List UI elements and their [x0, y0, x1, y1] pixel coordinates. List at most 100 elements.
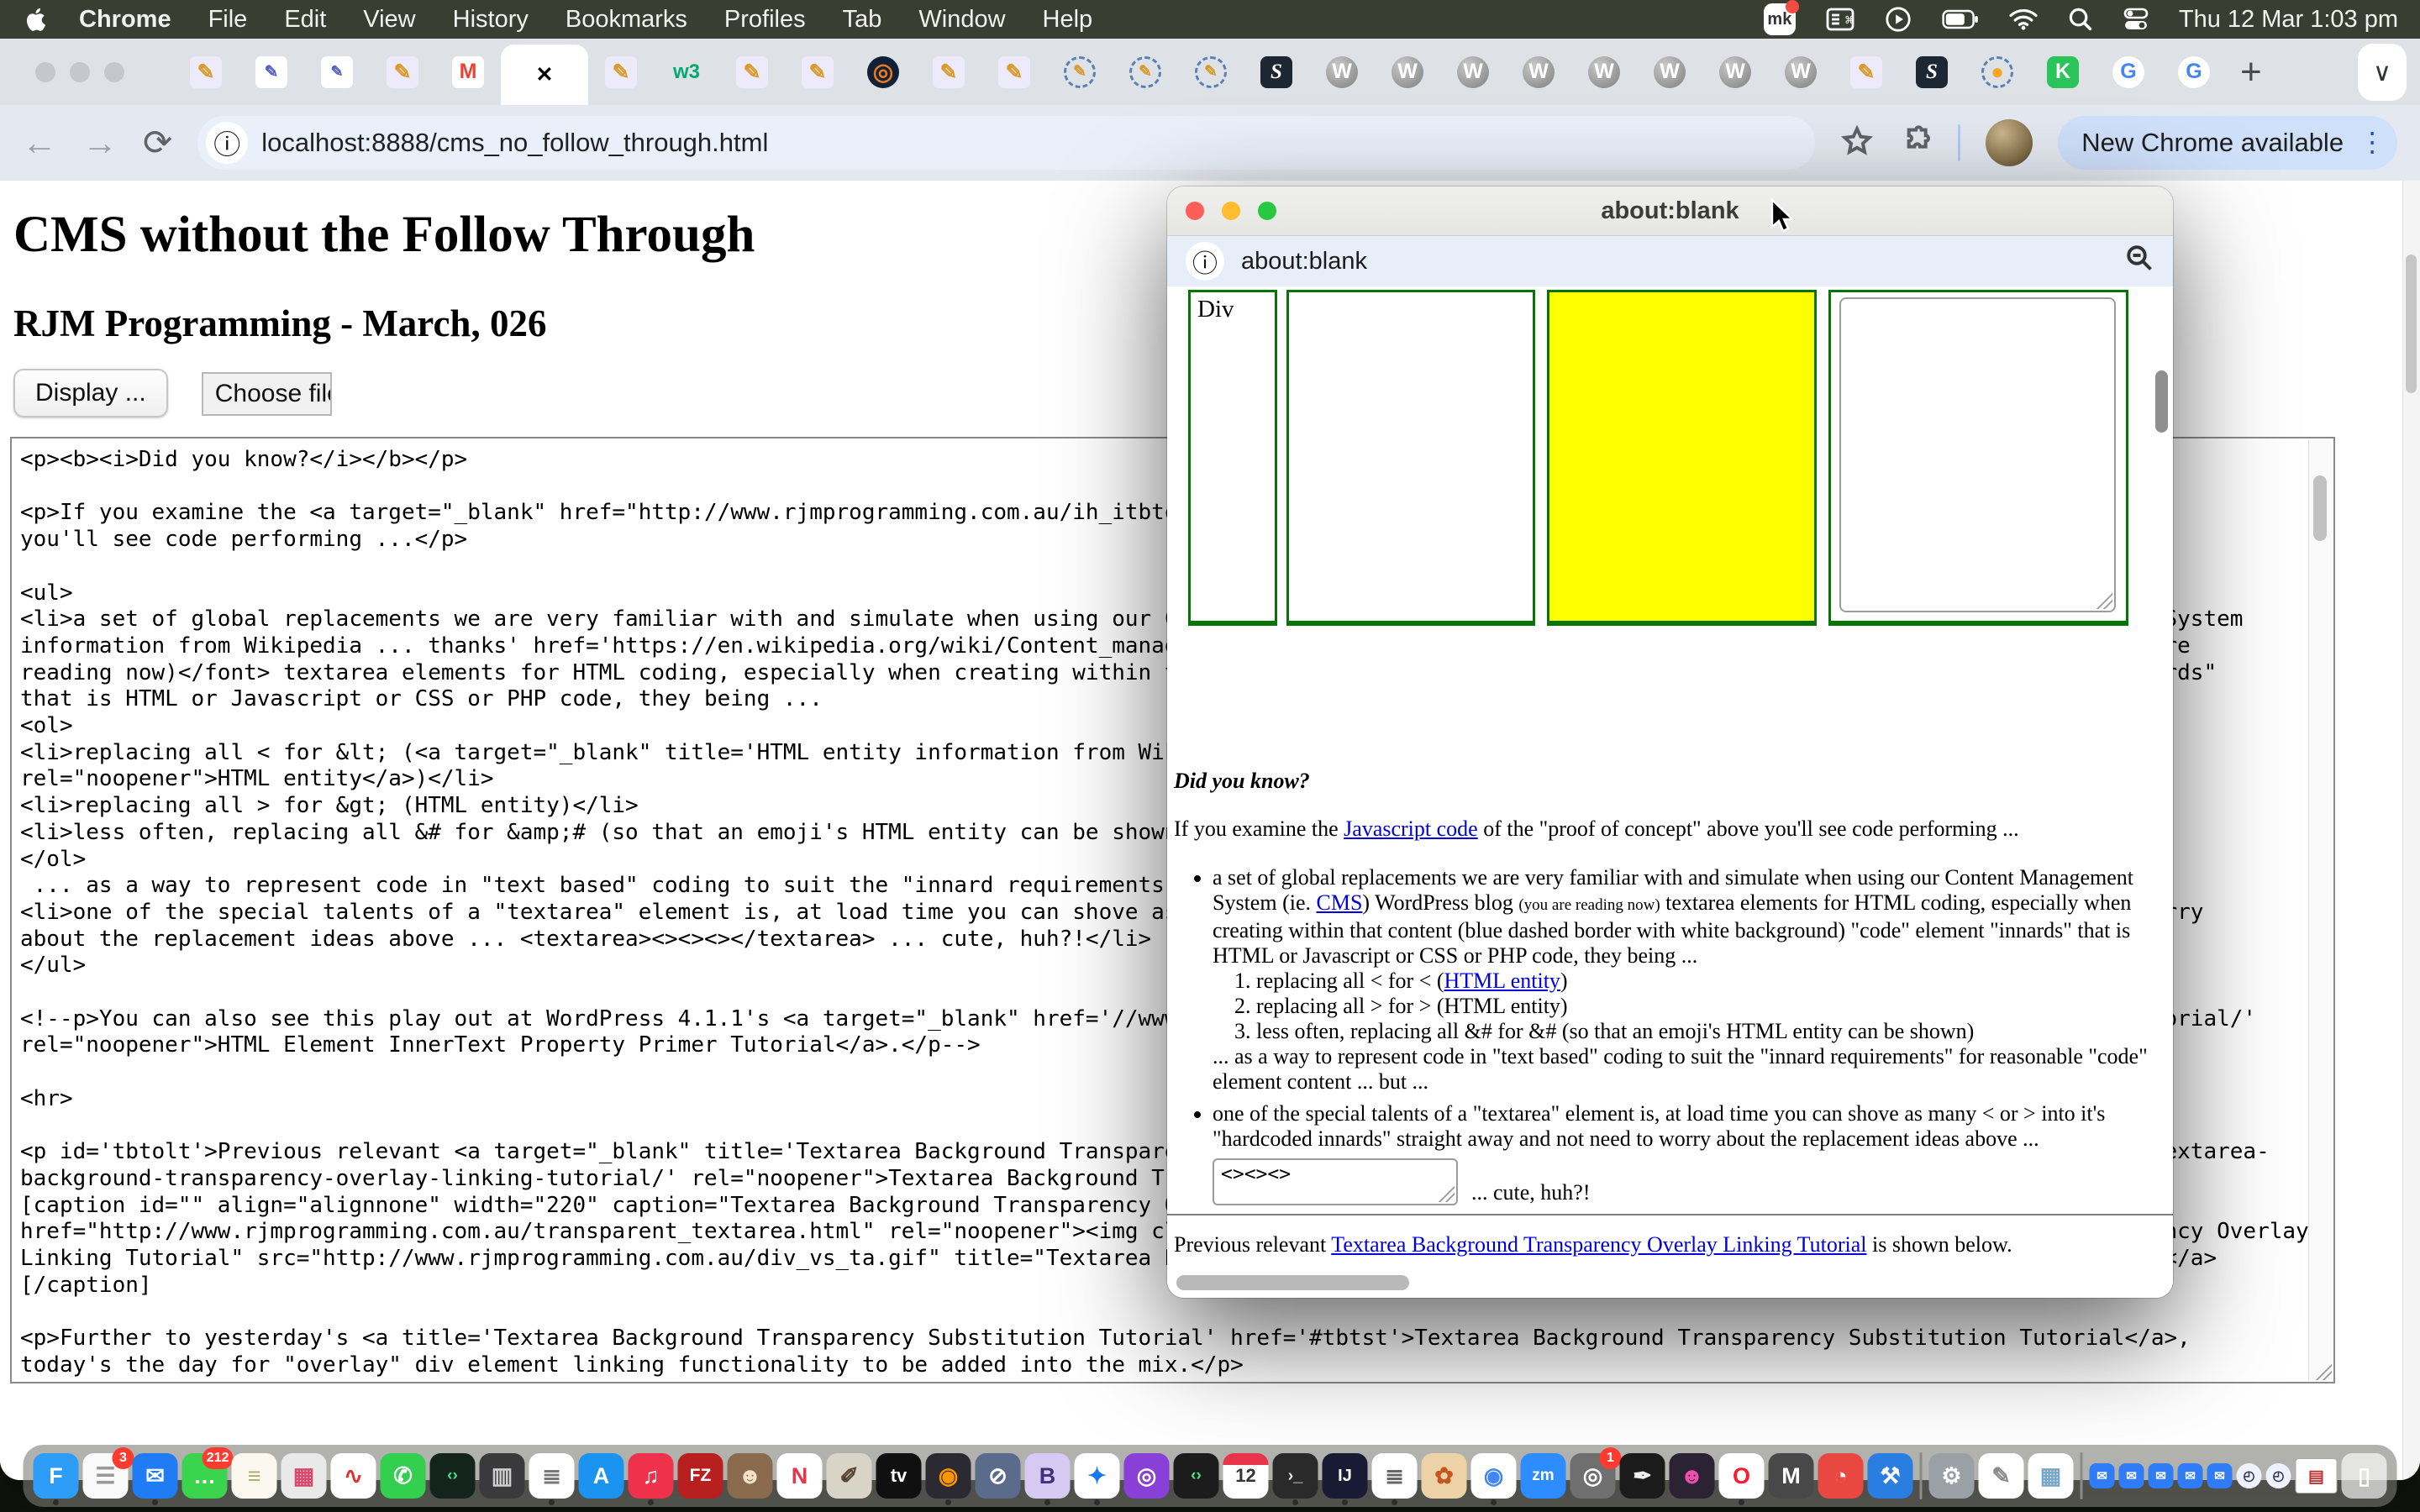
- dock-item[interactable]: zm: [1521, 1453, 1566, 1499]
- dock-item[interactable]: ≣: [529, 1453, 575, 1499]
- dock-app-icon[interactable]: ✒: [1620, 1453, 1665, 1499]
- dock-app-icon[interactable]: ✎: [1979, 1453, 2024, 1499]
- dock-item[interactable]: A: [579, 1453, 624, 1499]
- popup-demo-textarea[interactable]: [1839, 297, 2116, 612]
- profile-avatar[interactable]: [1986, 119, 2033, 166]
- dock-item[interactable]: ›_: [1273, 1453, 1318, 1499]
- dock-app-icon[interactable]: ✉: [2090, 1463, 2115, 1488]
- dock-item[interactable]: ◎ 1: [1570, 1453, 1616, 1499]
- dock-item[interactable]: N: [777, 1453, 823, 1499]
- dock-item[interactable]: ◎: [1124, 1453, 1170, 1499]
- popup-title-bar[interactable]: about:blank: [1167, 186, 2173, 236]
- browser-tab[interactable]: W: [1768, 39, 1833, 105]
- browser-tab[interactable]: ✎: [304, 39, 370, 105]
- browser-tab[interactable]: ✎: [785, 39, 850, 105]
- menu-item[interactable]: View: [345, 6, 434, 34]
- popup-zoom-search-icon[interactable]: [2124, 243, 2154, 280]
- cms-link[interactable]: CMS: [1317, 890, 1363, 915]
- wifi-icon[interactable]: [2009, 8, 2038, 30]
- browser-tab[interactable]: ✎: [173, 39, 239, 105]
- dock-item[interactable]: B: [1025, 1453, 1071, 1499]
- dock-item[interactable]: tv: [876, 1453, 922, 1499]
- dock-app-icon[interactable]: ≣: [1372, 1453, 1418, 1499]
- dock-item[interactable]: … 212: [182, 1453, 228, 1499]
- dock-item[interactable]: ⚒: [1868, 1453, 1913, 1499]
- textarea-scroll-thumb[interactable]: [2313, 475, 2327, 541]
- browser-tab[interactable]: ✎: [719, 39, 785, 105]
- dock-app-icon[interactable]: ☻: [1670, 1453, 1715, 1499]
- popup-vertical-scroll-thumb[interactable]: [2155, 370, 2168, 433]
- dock-app-icon[interactable]: ≣: [529, 1453, 575, 1499]
- dock-app-icon[interactable]: ✉: [2149, 1463, 2174, 1488]
- kebab-menu-icon[interactable]: ⋮: [2359, 135, 2386, 150]
- dock-item[interactable]: M: [1769, 1453, 1814, 1499]
- dock-item[interactable]: ▥: [480, 1453, 525, 1499]
- display-button[interactable]: Display ...: [13, 369, 168, 417]
- dock-app-icon[interactable]: ◎: [1124, 1453, 1170, 1499]
- menu-item[interactable]: Tab: [824, 6, 901, 34]
- popup-close-button[interactable]: [1186, 202, 1204, 220]
- dock-app-icon[interactable]: M: [1769, 1453, 1814, 1499]
- menu-item[interactable]: Help: [1024, 6, 1112, 34]
- dock-app-icon[interactable]: [1920, 1452, 1923, 1499]
- browser-tab[interactable]: W: [1702, 39, 1768, 105]
- browser-tab[interactable]: ✎: [1178, 39, 1244, 105]
- bookmark-star-icon[interactable]: [1840, 124, 1874, 162]
- forward-button[interactable]: →: [82, 125, 118, 160]
- dock-app-icon[interactable]: ▯: [2342, 1453, 2387, 1499]
- dock-app-icon[interactable]: ▤: [2296, 1458, 2338, 1494]
- dock-item[interactable]: ∿: [331, 1453, 376, 1499]
- minimize-window-button[interactable]: [70, 62, 90, 82]
- dock-item[interactable]: O: [1719, 1453, 1765, 1499]
- dock-item[interactable]: ☰ 3: [83, 1453, 129, 1499]
- javascript-code-link[interactable]: Javascript code: [1344, 816, 1478, 841]
- dock-app-icon[interactable]: ✉: [2207, 1463, 2233, 1488]
- menu-item[interactable]: Profiles: [706, 6, 824, 34]
- browser-tab[interactable]: G: [2096, 39, 2161, 105]
- dock-item[interactable]: ‹›: [1174, 1453, 1219, 1499]
- dock-app-icon[interactable]: ∿: [331, 1453, 376, 1499]
- dock-app-icon[interactable]: ≡: [232, 1453, 277, 1499]
- dock-item[interactable]: ✉: [2090, 1463, 2115, 1488]
- popup-mini-textarea[interactable]: <><><>: [1213, 1158, 1458, 1205]
- url-text[interactable]: localhost:8888/cms_no_follow_through.htm…: [261, 128, 768, 158]
- browser-tab[interactable]: W: [1506, 39, 1571, 105]
- back-button[interactable]: ←: [22, 125, 57, 160]
- browser-tab[interactable]: w3: [654, 39, 719, 105]
- menu-item[interactable]: Chrome: [60, 6, 190, 34]
- browser-tab[interactable]: S: [1899, 39, 1965, 105]
- browser-tab[interactable]: ✎: [588, 39, 654, 105]
- dock-app-icon[interactable]: ✿: [1422, 1453, 1467, 1499]
- demo-textarea-resize-grip[interactable]: [2096, 592, 2112, 609]
- dock-item[interactable]: [1918, 1452, 1925, 1499]
- dock-app-icon[interactable]: ✉: [2119, 1463, 2144, 1488]
- page-scrollbar[interactable]: [2402, 181, 2420, 1480]
- menu-app-badge-icon[interactable]: mk: [1764, 3, 1796, 35]
- dock-app-icon[interactable]: IJ: [1323, 1453, 1368, 1499]
- dock-app-icon[interactable]: ▦: [2028, 1453, 2074, 1499]
- dock-item[interactable]: ✉: [2178, 1463, 2203, 1488]
- dock-item[interactable]: FZ: [678, 1453, 723, 1499]
- dock-item[interactable]: ◴: [2266, 1463, 2291, 1488]
- dock-item[interactable]: ✐: [827, 1453, 872, 1499]
- zoom-window-button[interactable]: [104, 62, 124, 82]
- dock-app-icon[interactable]: ▥: [480, 1453, 525, 1499]
- tab-search-button[interactable]: ∨: [2358, 44, 2407, 101]
- dock-app-icon[interactable]: ‹›: [430, 1453, 476, 1499]
- browser-tab[interactable]: ●: [1965, 39, 2030, 105]
- dock-app-icon[interactable]: ☻: [728, 1453, 773, 1499]
- dock-item[interactable]: ◴: [2237, 1463, 2262, 1488]
- dock-app-icon[interactable]: ♫: [629, 1453, 674, 1499]
- dock-item[interactable]: ≡: [232, 1453, 277, 1499]
- browser-tab[interactable]: ✎: [981, 39, 1047, 105]
- dock-app-icon[interactable]: ◴: [2237, 1463, 2262, 1488]
- browser-tab[interactable]: ✎: [1833, 39, 1899, 105]
- dock-item[interactable]: IJ: [1323, 1453, 1368, 1499]
- control-center-icon[interactable]: [2123, 7, 2149, 32]
- site-info-icon[interactable]: ⓘ: [206, 122, 248, 164]
- browser-tab[interactable]: ✎: [239, 39, 304, 105]
- dock-app-icon[interactable]: ⚒: [1868, 1453, 1913, 1499]
- dock-app-icon[interactable]: 12: [1223, 1453, 1269, 1499]
- popup-horizontal-scroll-thumb[interactable]: [1176, 1275, 1409, 1290]
- dock-app-icon[interactable]: ✐: [827, 1453, 872, 1499]
